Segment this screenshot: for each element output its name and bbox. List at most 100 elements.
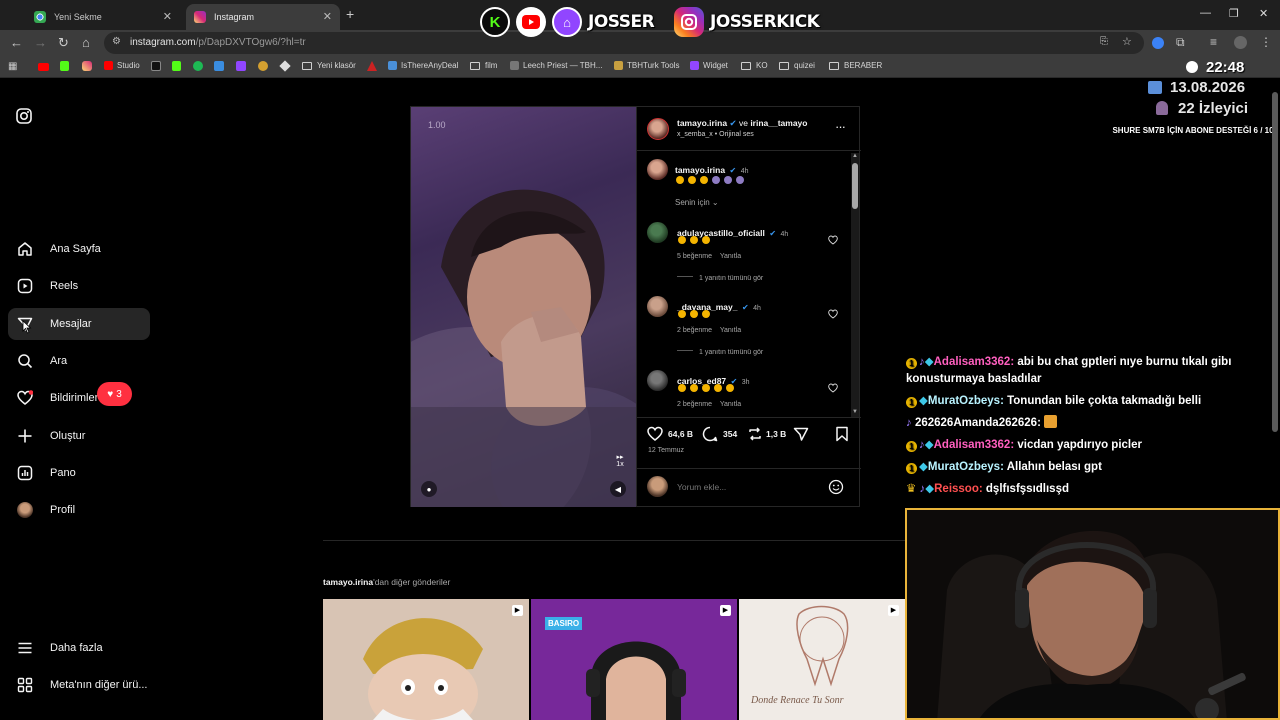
spotify-bookmark-icon[interactable] <box>193 61 203 71</box>
author-username[interactable]: tamayo.irina <box>677 118 727 128</box>
site-info-icon[interactable]: ⚙ <box>112 36 121 47</box>
bookmark-film[interactable]: film <box>470 61 497 70</box>
view-replies-link[interactable]: 1 yanıtın tümünü gör <box>677 349 763 356</box>
extension-icon[interactable] <box>1152 37 1164 49</box>
volume-icon[interactable]: ◀ <box>610 481 626 497</box>
bookmark-red-icon[interactable] <box>367 61 377 71</box>
post-thumbnail[interactable]: ▶ <box>323 599 529 720</box>
author-avatar[interactable] <box>647 118 669 140</box>
reel-video[interactable]: 1.00 ▸▸ 1x ● ◀ <box>411 107 636 507</box>
scroll-up-icon[interactable]: ▲ <box>852 153 858 159</box>
comment-like-icon[interactable] <box>828 383 838 393</box>
bookmark-folder[interactable]: Yeni klasör <box>302 61 356 70</box>
coauthor-username[interactable]: irina__tamayo <box>750 118 807 128</box>
author-joiner: ve <box>738 118 748 128</box>
bookmark-ko[interactable]: KO <box>741 61 768 70</box>
sidebar-item-search[interactable]: Ara <box>8 345 150 377</box>
home-browser-icon[interactable]: ⌂ <box>82 35 90 50</box>
bookmark-widget[interactable]: Widget <box>690 61 728 70</box>
forward-icon[interactable]: → <box>34 35 47 50</box>
game-bookmark-icon[interactable] <box>258 61 268 71</box>
reply-button[interactable]: Yanıtla <box>720 253 741 260</box>
caption-avatar[interactable] <box>647 159 668 180</box>
comment-like-icon[interactable] <box>828 309 838 319</box>
post-date[interactable]: 12 Temmuz <box>648 447 684 454</box>
scrollbar-thumb[interactable] <box>852 163 858 209</box>
back-icon[interactable]: ← <box>10 35 23 50</box>
profile-avatar[interactable] <box>1234 36 1247 49</box>
comment-icon[interactable] <box>702 426 718 442</box>
bookmark-isthereanydeal[interactable]: IsThereAnyDeal <box>388 61 458 70</box>
instagram-logo-icon[interactable] <box>16 108 32 124</box>
post-thumbnail[interactable]: BASIRO ▶ <box>531 599 737 720</box>
tab-instagram[interactable]: Instagram ✕ <box>186 4 340 30</box>
bookmark-tbhturk[interactable]: TBHTurk Tools <box>614 61 679 70</box>
scroll-down-icon[interactable]: ▼ <box>852 409 858 415</box>
share-icon[interactable] <box>793 426 809 442</box>
post-thumbnail[interactable]: Donde Renace Tu Sonr ▶ <box>739 599 905 720</box>
kick-bookmark-icon[interactable] <box>172 61 181 71</box>
more-posts-user[interactable]: tamayo.irina <box>323 577 373 587</box>
diamond-bookmark-icon[interactable] <box>279 60 291 72</box>
sidebar-item-more[interactable]: Daha fazla <box>8 632 150 664</box>
bookmark-leech-priest[interactable]: Leech Priest — TBH... <box>510 61 602 70</box>
sidebar-item-home[interactable]: Ana Sayfa <box>8 233 150 265</box>
tab-new-tab[interactable]: Yeni Sekme ✕ <box>26 4 180 30</box>
media-icon[interactable]: ≡ <box>1210 35 1217 49</box>
instagram-bookmark-icon[interactable] <box>82 61 92 71</box>
sidebar-item-reels[interactable]: Reels <box>8 270 150 302</box>
close-tab-icon[interactable]: ✕ <box>323 10 332 23</box>
reposts-count[interactable]: 1,3 B <box>766 429 786 439</box>
audio-info[interactable]: x_semba_x • Orijinal ses <box>677 131 754 138</box>
minimize-button[interactable]: — <box>1200 7 1211 19</box>
comment-avatar[interactable] <box>647 296 668 317</box>
twitch-bookmark-icon[interactable] <box>236 61 246 71</box>
comments-count[interactable]: 354 <box>723 429 737 439</box>
kick-bookmark-icon[interactable] <box>60 61 69 71</box>
restore-button[interactable]: ❐ <box>1229 7 1239 20</box>
reload-icon[interactable]: ↻ <box>58 35 69 51</box>
view-replies-link[interactable]: 1 yanıtın tümünü gör <box>677 275 763 282</box>
sidebar-item-meta[interactable]: Meta'nın diğer ürü... <box>8 669 150 701</box>
sidebar-item-profile[interactable]: Profil <box>8 494 150 526</box>
repost-icon[interactable] <box>747 426 763 442</box>
extension-bookmark-icon[interactable] <box>214 61 224 71</box>
tab-title: Yeni Sekme <box>54 12 102 22</box>
save-bookmark-icon[interactable] <box>835 426 849 442</box>
sidebar-item-label: Ana Sayfa <box>50 243 101 255</box>
folder-icon <box>741 61 751 70</box>
like-heart-icon[interactable] <box>647 426 663 441</box>
bookmark-studio[interactable]: Studio <box>104 61 140 70</box>
youtube-bookmark-icon[interactable] <box>38 63 49 71</box>
likes-count[interactable]: 64,6 B <box>668 429 693 439</box>
for-you-toggle[interactable]: Senin için ⌄ <box>675 198 719 207</box>
close-window-button[interactable]: ✕ <box>1259 7 1268 20</box>
reply-button[interactable]: Yanıtla <box>720 401 741 408</box>
sidebar-item-dashboard[interactable]: Pano <box>8 457 150 489</box>
tagged-users-icon[interactable]: ● <box>421 481 437 497</box>
comment-avatar[interactable] <box>647 222 668 243</box>
tiktok-bookmark-icon[interactable] <box>151 61 161 71</box>
comment-like-icon[interactable] <box>828 235 838 245</box>
more-options-icon[interactable]: ··· <box>835 119 846 134</box>
close-tab-icon[interactable]: ✕ <box>163 10 172 23</box>
comments-scrollbar[interactable]: ▲ ▼ <box>851 153 859 417</box>
bookmark-beraber[interactable]: BERABER <box>829 61 882 70</box>
comment-likes[interactable]: 5 beğenme <box>677 253 712 260</box>
notification-badge[interactable]: ♥ 3 <box>97 382 132 406</box>
comment-likes[interactable]: 2 beğenme <box>677 327 712 334</box>
emoji-picker-icon[interactable] <box>828 479 844 495</box>
menu-kebab-icon[interactable]: ⋮ <box>1260 35 1272 49</box>
extensions-puzzle-icon[interactable]: ⧉ <box>1176 35 1185 50</box>
install-icon[interactable]: ⎘ <box>1100 36 1108 47</box>
playback-speed-button[interactable]: ▸▸ 1x <box>612 453 628 469</box>
reply-button[interactable]: Yanıtla <box>720 327 741 334</box>
bookmark-quizei[interactable]: quizei <box>779 61 815 70</box>
bookmark-star-icon[interactable]: ☆ <box>1122 35 1132 48</box>
sidebar-item-create[interactable]: Oluştur <box>8 420 150 452</box>
comment-input[interactable] <box>677 478 817 496</box>
comment-likes[interactable]: 2 beğenme <box>677 401 712 408</box>
comment-avatar[interactable] <box>647 370 668 391</box>
apps-grid-icon[interactable]: ▦ <box>8 61 17 72</box>
new-tab-button[interactable]: + <box>346 6 354 22</box>
